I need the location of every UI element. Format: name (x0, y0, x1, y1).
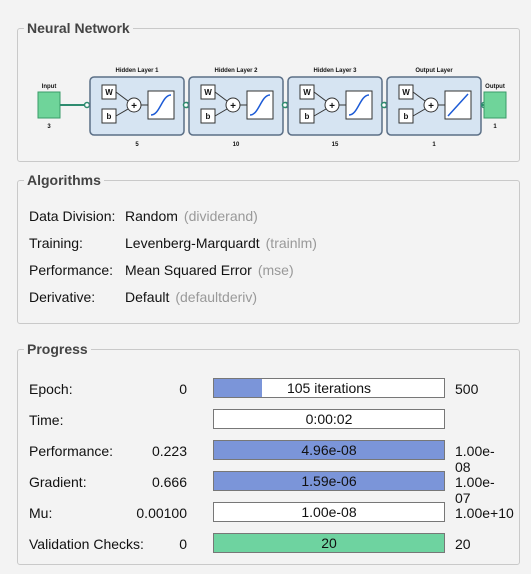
progress-bar: 105 iterations (213, 378, 445, 398)
progress-current-value: 4.96e-08 (301, 442, 357, 458)
progress-row-gradient: Gradient: 0.666 1.59e-06 1.00e-07 (29, 470, 509, 506)
progress-label: Mu: (29, 505, 53, 521)
progress-label: Epoch: (29, 381, 73, 397)
algorithm-value: Random (125, 208, 178, 224)
layer-size: 5 (135, 142, 139, 148)
layer-name: Hidden Layer 2 (214, 68, 258, 74)
progress-bar: 0:00:02 (213, 409, 445, 429)
output-size: 1 (493, 124, 497, 130)
algorithm-label: Performance: (29, 262, 114, 278)
layer-name: Output Layer (415, 68, 453, 74)
neural-network-panel: Neural Network Input 3 Hidden Layer 1 5 Wb + H… (17, 20, 520, 162)
progress-end-value: 500 (455, 381, 479, 397)
algorithm-function: (trainlm) (265, 235, 317, 251)
algorithm-label: Derivative: (29, 289, 96, 305)
progress-label: Gradient: (29, 474, 87, 490)
output-label: Output (485, 84, 505, 90)
progress-current-value: 20 (321, 535, 337, 551)
algorithm-value: Levenberg-Marquardt (125, 235, 260, 251)
algorithm-value: Default (125, 289, 170, 305)
weight-label: W (303, 88, 311, 97)
progress-current-value: 0:00:02 (305, 411, 353, 427)
output-box (483, 91, 507, 119)
progress-current-value: 1.00e-08 (301, 504, 357, 520)
input-box (37, 91, 61, 119)
progress-current-value: 105 iterations (286, 380, 372, 396)
algorithms-panel: Algorithms Data Division: Random (dividera… (17, 172, 520, 324)
progress-bar: 4.96e-08 (213, 440, 445, 460)
connection-node (83, 101, 91, 109)
progress-end-value: 20 (455, 536, 471, 552)
progress-start-value: 0 (179, 536, 187, 552)
algorithm-function: (mse) (257, 262, 294, 278)
algorithm-row-data-division: Data Division: Random (dividerand) (29, 207, 258, 225)
input-label: Input (42, 84, 57, 90)
bias-label: b (206, 112, 211, 121)
progress-bar: 20 (213, 533, 445, 553)
connection-node (281, 101, 289, 109)
algorithm-row-derivative: Derivative: Default (defaultderiv) (29, 288, 257, 306)
progress-end-value: 1.00e+10 (455, 505, 514, 521)
bias-label: b (404, 112, 409, 121)
progress-title: Progress (24, 341, 91, 357)
progress-panel: Progress Epoch: 0 105 iterations 500 Tim… (17, 341, 520, 565)
sum-label: + (230, 101, 236, 112)
sum-label: + (428, 101, 434, 112)
progress-start-value: 0 (179, 381, 187, 397)
algorithm-label: Training: (29, 235, 83, 251)
progress-row-epoch: Epoch: 0 105 iterations 500 (29, 377, 509, 401)
progress-label: Performance: (29, 443, 114, 459)
progress-bar: 1.59e-06 (213, 471, 445, 491)
algorithms-title: Algorithms (24, 172, 104, 188)
algorithm-value: Mean Squared Error (125, 262, 252, 278)
layer-name: Hidden Layer 1 (115, 68, 159, 74)
layer-name: Hidden Layer 3 (313, 68, 357, 74)
progress-start-value: 0.223 (151, 443, 187, 459)
progress-row-performance: Performance: 0.223 4.96e-08 1.00e-08 (29, 439, 509, 475)
progress-row-mu: Mu: 0.00100 1.00e-08 1.00e+10 (29, 501, 514, 525)
input-size: 3 (47, 124, 51, 130)
weight-label: W (402, 88, 410, 97)
connection-node (380, 101, 388, 109)
weight-label: W (105, 88, 113, 97)
bias-label: b (305, 112, 310, 121)
algorithm-function: (dividerand) (183, 208, 258, 224)
layer-size: 10 (233, 142, 240, 148)
progress-label: Time: (29, 412, 64, 428)
layer-size: 1 (432, 142, 436, 148)
progress-bar: 1.00e-08 (213, 502, 445, 522)
algorithm-function: (defaultderiv) (175, 289, 258, 305)
layer-size: 15 (332, 142, 339, 148)
algorithm-row-training: Training: Levenberg-Marquardt (trainlm) (29, 234, 317, 252)
progress-row-time: Time: 0:00:02 (29, 408, 509, 432)
progress-start-value: 0.666 (151, 474, 187, 490)
algorithm-row-performance: Performance: Mean Squared Error (mse) (29, 261, 294, 279)
weight-label: W (204, 88, 212, 97)
sum-label: + (329, 101, 335, 112)
progress-current-value: 1.59e-06 (301, 473, 357, 489)
progress-start-value: 0.00100 (136, 505, 187, 521)
network-diagram: Input 3 Hidden Layer 1 5 Wb + Hidden Layer 2 10… (37, 68, 507, 148)
bias-label: b (107, 112, 112, 121)
algorithm-label: Data Division: (29, 208, 116, 224)
connection-node (182, 101, 190, 109)
sum-label: + (131, 101, 137, 112)
progress-label: Validation Checks: (29, 536, 144, 552)
progress-row-validation-checks: Validation Checks: 0 20 20 (29, 532, 509, 556)
